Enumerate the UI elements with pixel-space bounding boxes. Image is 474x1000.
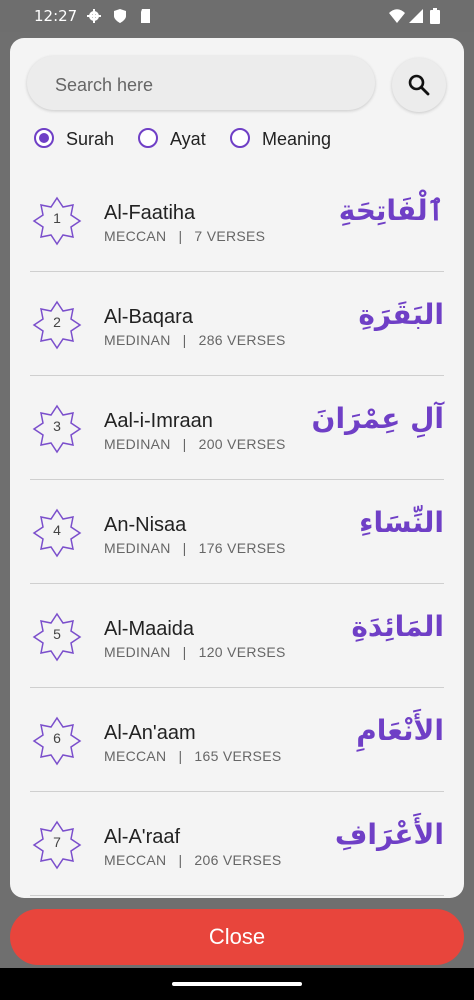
search-button[interactable] bbox=[392, 58, 446, 112]
surah-type: MECCAN bbox=[104, 852, 167, 868]
surah-verses: 165 VERSES bbox=[194, 748, 282, 764]
surah-type: MEDINAN bbox=[104, 332, 171, 348]
filter-radio-group: Surah Ayat Meaning bbox=[34, 126, 454, 154]
surah-verses: 7 VERSES bbox=[194, 228, 266, 244]
surah-name: Al-Maaida bbox=[104, 618, 195, 640]
surah-verses: 176 VERSES bbox=[198, 540, 286, 556]
shield-icon bbox=[114, 9, 126, 23]
row-divider bbox=[30, 895, 444, 896]
surah-meta: MEDINAN | 120 VERSES bbox=[104, 644, 286, 660]
surah-verses: 286 VERSES bbox=[198, 332, 286, 348]
radio-meaning-label: Meaning bbox=[262, 129, 332, 149]
surah-name: Al-Faatiha bbox=[104, 202, 196, 224]
surah-number: 6 bbox=[53, 730, 61, 746]
surah-arabic-name: الأَنْعَامِ bbox=[356, 714, 444, 747]
surah-name: Aal-i-Imraan bbox=[104, 410, 213, 432]
search-box bbox=[27, 56, 375, 110]
status-bar: 12:27 bbox=[0, 0, 474, 32]
radio-ayat-indicator bbox=[138, 128, 158, 148]
surah-type: MEDINAN bbox=[104, 540, 171, 556]
surah-meta: MECCAN | 165 VERSES bbox=[104, 748, 282, 764]
home-gesture-handle[interactable] bbox=[172, 982, 302, 986]
list-item[interactable]: 5 Al-Maaida MEDINAN | 120 VERSES المَائِدَ… bbox=[30, 584, 444, 688]
close-button[interactable]: Close bbox=[10, 909, 464, 965]
surah-name: Al-Baqara bbox=[104, 306, 193, 328]
surah-meta: MECCAN | 7 VERSES bbox=[104, 228, 266, 244]
search-icon bbox=[408, 74, 430, 96]
list-item[interactable]: 1 Al-Faatiha MECCAN | 7 VERSES ٱلْفَاتِحَة… bbox=[30, 168, 444, 272]
surah-type: MECCAN bbox=[104, 748, 167, 764]
list-item[interactable]: 6 Al-An'aam MECCAN | 165 VERSES الأَنْعَام… bbox=[30, 688, 444, 792]
radio-meaning-indicator bbox=[230, 128, 250, 148]
surah-number: 7 bbox=[53, 834, 61, 850]
surah-arabic-name: آلِ عِمْرَانَ bbox=[311, 402, 444, 435]
surah-meta: MEDINAN | 286 VERSES bbox=[104, 332, 286, 348]
surah-type: MEDINAN bbox=[104, 644, 171, 660]
surah-arabic-name: ٱلْفَاتِحَةِ bbox=[338, 194, 444, 227]
list-item[interactable]: 3 Aal-i-Imraan MEDINAN | 200 VERSES آلِ عِ… bbox=[30, 376, 444, 480]
surah-name: Al-An'aam bbox=[104, 722, 196, 744]
list-item[interactable]: 7 Al-A'raaf MECCAN | 206 VERSES الأَعْرَاف… bbox=[30, 792, 444, 896]
wifi-icon bbox=[389, 9, 405, 23]
radio-ayat-label: Ayat bbox=[170, 129, 206, 149]
surah-meta: MECCAN | 206 VERSES bbox=[104, 852, 282, 868]
surah-verses: 200 VERSES bbox=[198, 436, 286, 452]
surah-name: An-Nisaa bbox=[104, 514, 187, 536]
surah-number: 5 bbox=[53, 626, 61, 642]
sd-card-icon bbox=[141, 9, 150, 23]
surah-type: MECCAN bbox=[104, 228, 167, 244]
navigation-bar bbox=[0, 968, 474, 1000]
surah-arabic-name: المَائِدَةِ bbox=[351, 610, 444, 643]
surah-number: 3 bbox=[53, 418, 61, 434]
radio-surah-indicator bbox=[34, 128, 54, 148]
surah-verses: 120 VERSES bbox=[198, 644, 286, 660]
list-item[interactable]: 2 Al-Baqara MEDINAN | 286 VERSES البَقَرَة… bbox=[30, 272, 444, 376]
surah-search-sheet: Surah Ayat Meaning 1 Al-Faatiha MECCAN|7… bbox=[10, 38, 464, 898]
list-item[interactable]: 4 An-Nisaa MEDINAN | 176 VERSES النِّسَاءِ bbox=[30, 480, 444, 584]
surah-meta: MEDINAN | 200 VERSES bbox=[104, 436, 286, 452]
surah-number: 4 bbox=[53, 522, 61, 538]
surah-number: 2 bbox=[53, 314, 61, 330]
signal-icon bbox=[409, 9, 423, 23]
surah-arabic-name: النِّسَاءِ bbox=[359, 506, 444, 539]
surah-arabic-name: البَقَرَةِ bbox=[358, 298, 444, 331]
radio-surah-label: Surah bbox=[66, 129, 115, 149]
battery-icon bbox=[430, 8, 440, 24]
gear-icon bbox=[87, 9, 101, 23]
surah-meta: MEDINAN | 176 VERSES bbox=[104, 540, 286, 556]
status-time: 12:27 bbox=[34, 7, 78, 25]
surah-arabic-name: الأَعْرَافِ bbox=[334, 818, 444, 851]
surah-number: 1 bbox=[53, 210, 61, 226]
search-input[interactable] bbox=[53, 72, 357, 98]
surah-type: MEDINAN bbox=[104, 436, 171, 452]
surah-name: Al-A'raaf bbox=[104, 826, 181, 848]
surah-verses: 206 VERSES bbox=[194, 852, 282, 868]
